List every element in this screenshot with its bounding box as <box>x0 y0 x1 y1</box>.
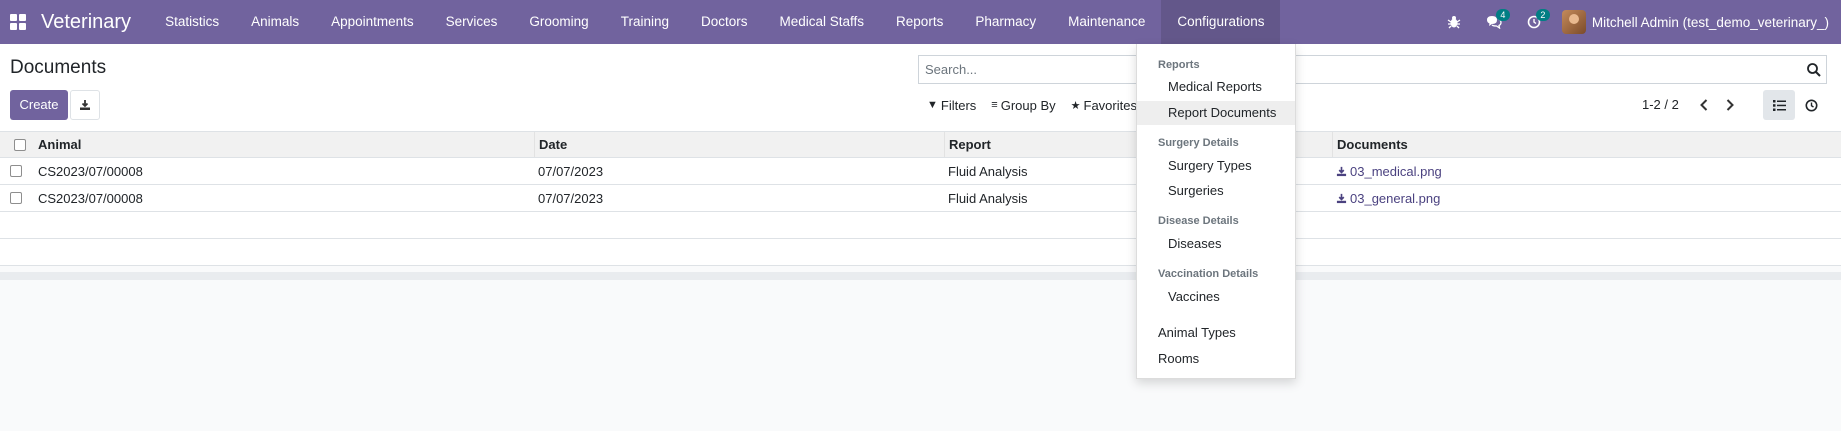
menu-item-report-documents[interactable]: Report Documents <box>1137 101 1295 125</box>
list-footer <box>0 272 1841 280</box>
cell-animal: CS2023/07/00008 <box>38 190 143 206</box>
user-menu[interactable]: Mitchell Admin (test_demo_veterinary_) <box>1554 0 1841 44</box>
list-view-icon <box>1772 99 1786 111</box>
page-title: Documents <box>10 57 107 78</box>
section-header-disease-details: Disease Details <box>1158 215 1239 227</box>
user-avatar <box>1561 10 1586 34</box>
systray: 4 2 Mitchell Admin (test_demo_veterinary… <box>1434 0 1841 44</box>
cell-date: 07/07/2023 <box>538 190 604 206</box>
column-header-documents[interactable]: Documents <box>1332 132 1408 157</box>
main-menu: Statistics Animals Appointments Services… <box>149 0 1281 44</box>
debug-bug-icon[interactable] <box>1434 0 1474 44</box>
pager-next-button[interactable] <box>1717 90 1743 120</box>
create-button[interactable]: Create <box>10 90 68 120</box>
menu-item-animal-types[interactable]: Animal Types <box>1137 321 1295 345</box>
section-header-surgery-details: Surgery Details <box>1158 137 1239 149</box>
row-checkbox[interactable] <box>10 192 22 204</box>
apps-menu-icon[interactable] <box>0 0 36 44</box>
activities-count-badge: 2 <box>1535 9 1550 21</box>
control-panel: Documents Create ▼ Filters ≡ Group By ★ … <box>0 44 1841 132</box>
top-navbar: Veterinary Statistics Animals Appointmen… <box>0 0 1841 44</box>
menu-item-diseases[interactable]: Diseases <box>1137 232 1295 256</box>
menu-maintenance[interactable]: Maintenance <box>1052 0 1161 44</box>
document-download-link[interactable]: 03_general.png <box>1336 191 1440 206</box>
user-name: Mitchell Admin (test_demo_veterinary_) <box>1591 14 1829 30</box>
column-header-animal[interactable]: Animal <box>34 132 81 157</box>
search-bar <box>918 55 1827 84</box>
menu-doctors[interactable]: Doctors <box>685 0 764 44</box>
download-icon <box>80 100 90 110</box>
favorites-button[interactable]: ★ Favorites <box>1062 90 1143 120</box>
app-brand[interactable]: Veterinary <box>41 11 131 34</box>
filter-funnel-icon: ▼ <box>927 99 938 111</box>
group-by-button[interactable]: ≡ Group By <box>982 90 1061 120</box>
documents-list: Animal Date Report Documents CS2023/07/0… <box>0 132 1841 266</box>
select-all-checkbox-cell <box>10 132 26 157</box>
table-row[interactable]: CS2023/07/00008 07/07/2023 Fluid Analysi… <box>0 185 1841 212</box>
menu-animals[interactable]: Animals <box>235 0 315 44</box>
column-header-report[interactable]: Report <box>944 132 991 157</box>
activities-clock-icon[interactable]: 2 <box>1514 0 1554 44</box>
messages-count-badge: 4 <box>1495 9 1510 21</box>
list-view-button[interactable] <box>1763 90 1795 120</box>
section-header-reports: Reports <box>1158 59 1200 71</box>
document-filename: 03_general.png <box>1350 190 1441 206</box>
messages-icon[interactable]: 4 <box>1474 0 1514 44</box>
pager-previous-button[interactable] <box>1691 90 1717 120</box>
export-download-button[interactable] <box>70 90 100 120</box>
configurations-dropdown: Reports Medical Reports Report Documents… <box>1136 44 1296 379</box>
menu-pharmacy[interactable]: Pharmacy <box>959 0 1052 44</box>
menu-medical-staffs[interactable]: Medical Staffs <box>764 0 881 44</box>
search-icon[interactable] <box>1806 62 1822 78</box>
search-options: ▼ Filters ≡ Group By ★ Favorites <box>918 90 1143 120</box>
favorites-label: Favorites <box>1083 97 1137 113</box>
column-header-date[interactable]: Date <box>534 132 567 157</box>
select-all-checkbox[interactable] <box>14 138 26 151</box>
cell-report: Fluid Analysis <box>948 163 1028 179</box>
menu-services[interactable]: Services <box>430 0 514 44</box>
menu-item-surgery-types[interactable]: Surgery Types <box>1137 154 1295 178</box>
empty-row <box>0 212 1841 239</box>
menu-reports[interactable]: Reports <box>880 0 959 44</box>
cell-report: Fluid Analysis <box>948 190 1028 206</box>
activity-view-button[interactable] <box>1795 90 1827 120</box>
cell-animal: CS2023/07/00008 <box>38 163 143 179</box>
table-row[interactable]: CS2023/07/00008 07/07/2023 Fluid Analysi… <box>0 158 1841 185</box>
clock-icon <box>1805 99 1817 111</box>
menu-training[interactable]: Training <box>605 0 685 44</box>
document-filename: 03_medical.png <box>1350 163 1442 179</box>
group-by-label: Group By <box>1000 97 1056 113</box>
download-icon <box>1336 166 1347 176</box>
pager-value[interactable]: 1-2 / 2 <box>1642 90 1679 120</box>
menu-item-surgeries[interactable]: Surgeries <box>1137 179 1295 203</box>
chevron-left-icon <box>1700 99 1708 111</box>
menu-grooming[interactable]: Grooming <box>513 0 604 44</box>
row-checkbox[interactable] <box>10 165 22 177</box>
menu-configurations[interactable]: Configurations <box>1161 0 1281 44</box>
document-download-link[interactable]: 03_medical.png <box>1336 164 1442 179</box>
search-input[interactable] <box>919 56 1826 83</box>
menu-item-vaccines[interactable]: Vaccines <box>1137 285 1295 309</box>
empty-row <box>0 239 1841 266</box>
menu-item-medical-reports[interactable]: Medical Reports <box>1137 75 1295 99</box>
menu-item-rooms[interactable]: Rooms <box>1137 347 1295 371</box>
menu-statistics[interactable]: Statistics <box>149 0 235 44</box>
group-by-bars-icon: ≡ <box>991 99 998 111</box>
download-icon <box>1336 193 1347 203</box>
cell-date: 07/07/2023 <box>538 163 604 179</box>
chevron-right-icon <box>1726 99 1734 111</box>
filters-button[interactable]: ▼ Filters <box>918 90 982 120</box>
table-header: Animal Date Report Documents <box>0 132 1841 158</box>
menu-appointments[interactable]: Appointments <box>315 0 430 44</box>
filters-label: Filters <box>940 97 977 113</box>
favorites-star-icon: ★ <box>1070 99 1081 112</box>
section-header-vaccination-details: Vaccination Details <box>1158 268 1259 280</box>
